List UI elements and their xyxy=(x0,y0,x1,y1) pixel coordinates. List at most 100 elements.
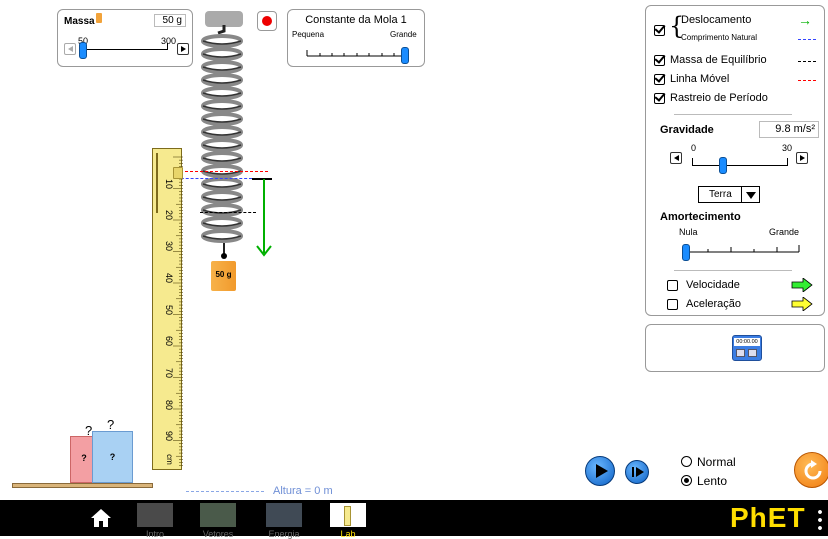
phet-logo[interactable]: PhET xyxy=(730,502,806,534)
tab-lab-ruler-icon xyxy=(344,506,351,526)
mystery-mass-2[interactable]: ? xyxy=(92,431,133,483)
height-readout: Altura = 0 m xyxy=(273,485,333,497)
damping-left-label: Nula xyxy=(679,227,698,237)
displacement-checkbox[interactable] xyxy=(654,25,665,36)
reference-height-line[interactable] xyxy=(186,491,264,492)
natural-length-legend-line xyxy=(798,39,816,40)
planet-select[interactable]: Terra xyxy=(698,186,760,203)
hanging-mass[interactable]: 50 g xyxy=(211,261,236,291)
spring-constant-slider-thumb[interactable] xyxy=(401,47,409,64)
record-button[interactable] xyxy=(257,11,277,31)
mass-slider-track[interactable] xyxy=(83,49,168,50)
home-icon[interactable] xyxy=(90,508,112,528)
acceleration-checkbox[interactable] xyxy=(667,299,678,310)
step-bar-icon xyxy=(632,467,634,477)
mass-max-label: 300 xyxy=(161,36,177,46)
movable-line-legend-line xyxy=(798,80,816,81)
ruler[interactable]: 10 20 30 40 50 60 70 80 90 cm xyxy=(152,148,183,470)
planet-select-value: Terra xyxy=(709,189,732,200)
mass-slider-tick-max xyxy=(167,43,168,50)
play-button[interactable] xyxy=(585,456,615,486)
ruler-unit-label: cm xyxy=(164,454,174,465)
speed-slow-label: Lento xyxy=(697,474,728,488)
velocity-checkbox[interactable] xyxy=(667,280,678,291)
ruler-left-rail xyxy=(156,153,158,213)
divider-1 xyxy=(674,114,792,115)
speed-slow-radio[interactable] xyxy=(681,475,692,486)
ruler-label-90: 90 xyxy=(164,430,175,442)
equilibrium-checkbox[interactable] xyxy=(654,55,665,66)
displacement-arrow-icon: → xyxy=(798,12,812,28)
gravity-readout: 9.8 m/s² xyxy=(759,121,819,138)
period-trace-label: Rastreio de Período xyxy=(670,92,768,104)
equilibrium-label: Massa de Equilíbrio xyxy=(670,54,767,66)
speed-normal-radio[interactable] xyxy=(681,456,692,467)
damping-right-label: Grande xyxy=(769,227,800,237)
acceleration-label: Aceleração xyxy=(686,298,742,310)
tab-lab[interactable] xyxy=(330,503,366,527)
stopwatch[interactable]: 00:00.00 xyxy=(732,335,762,361)
damping-slider-thumb[interactable] xyxy=(682,244,690,261)
ruler-label-10: 10 xyxy=(164,178,175,190)
ruler-label-40: 40 xyxy=(164,272,175,284)
gravity-min-label: 0 xyxy=(691,143,697,153)
mass-panel: Massa 50 g 50 300 xyxy=(57,9,193,67)
movable-line-label: Linha Móvel xyxy=(670,73,730,85)
reset-all-button[interactable] xyxy=(794,452,828,488)
mass-decrease-button[interactable] xyxy=(64,43,76,55)
step-forward-button[interactable] xyxy=(625,460,649,484)
mass-slider-thumb[interactable] xyxy=(79,42,87,59)
chevron-down-icon xyxy=(746,192,756,199)
ruler-label-30: 30 xyxy=(164,240,175,252)
tab-lab-label: Lab xyxy=(340,529,356,539)
controls-panel: { Deslocamento → Comprimento Natural Mas… xyxy=(645,5,825,316)
equilibrium-legend-line xyxy=(798,61,816,62)
stopwatch-play-button[interactable] xyxy=(748,349,757,357)
step-play-icon xyxy=(636,467,644,477)
displacement-label: Deslocamento xyxy=(681,14,752,26)
velocity-arrow-icon xyxy=(791,278,813,292)
mass-shelf xyxy=(12,483,153,488)
mystery-mass-2-label: ? xyxy=(109,452,116,462)
tab-energy[interactable] xyxy=(266,503,302,527)
gravity-decrease-button[interactable] xyxy=(670,152,682,164)
stopwatch-panel: 00:00.00 xyxy=(645,324,825,372)
gravity-slider-track[interactable] xyxy=(692,165,788,166)
play-icon xyxy=(596,464,608,478)
movable-line[interactable] xyxy=(170,171,268,172)
spring-left-label: Pequena xyxy=(292,30,325,39)
gravity-max-label: 30 xyxy=(782,143,793,153)
mass-panel-title: Massa xyxy=(64,16,95,27)
reset-icon xyxy=(804,460,822,480)
tab-intro[interactable] xyxy=(137,503,173,527)
movable-line-checkbox[interactable] xyxy=(654,74,665,85)
spring-coil[interactable] xyxy=(196,25,256,260)
tab-vectors-label: Vetores xyxy=(202,529,234,539)
tab-energy-label: Energia xyxy=(268,529,300,539)
divider-2 xyxy=(674,270,792,271)
ruler-label-50: 50 xyxy=(164,304,175,316)
period-trace-checkbox[interactable] xyxy=(654,93,665,104)
gravity-slider-thumb[interactable] xyxy=(719,157,727,174)
gravity-slider-tick-min xyxy=(692,158,693,165)
mass-readout: 50 g xyxy=(154,14,186,27)
mystery-mass-2-hook-label: ? xyxy=(107,417,115,432)
gravity-increase-button[interactable] xyxy=(796,152,808,164)
tab-intro-label: Intro xyxy=(145,529,164,539)
speed-normal-label: Normal xyxy=(697,455,736,469)
mass-icon xyxy=(96,13,102,23)
damping-title: Amortecimento xyxy=(660,211,741,223)
damping-slider-track[interactable] xyxy=(685,242,801,254)
speed-slow-radio-dot xyxy=(684,478,689,483)
spring-constant-slider-track[interactable] xyxy=(306,48,408,58)
stopwatch-reset-button[interactable] xyxy=(736,349,745,357)
menu-icon[interactable] xyxy=(818,508,822,530)
mass-increase-button[interactable] xyxy=(177,43,189,55)
tab-vectors[interactable] xyxy=(200,503,236,527)
velocity-label: Velocidade xyxy=(686,279,740,291)
ruler-grip xyxy=(173,167,183,179)
gravity-slider-tick-max xyxy=(787,158,788,165)
spring-right-label: Grande xyxy=(390,30,417,39)
equilibrium-line xyxy=(200,212,256,213)
gravity-title: Gravidade xyxy=(660,124,714,136)
